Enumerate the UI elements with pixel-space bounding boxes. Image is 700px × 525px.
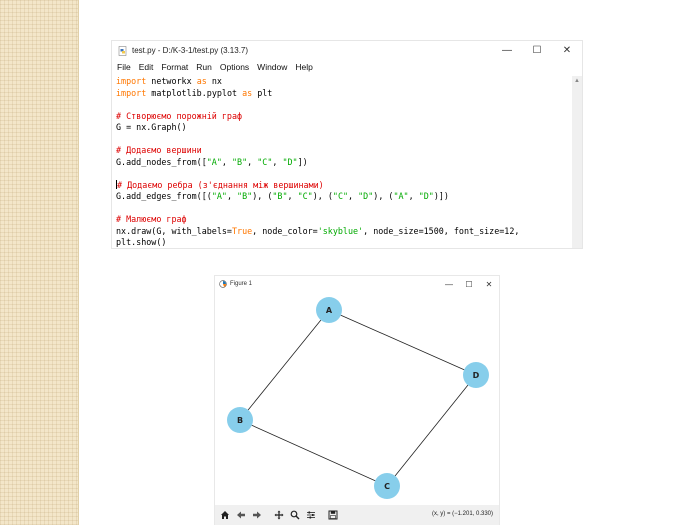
menu-run[interactable]: Run xyxy=(196,62,212,72)
code-line: G.add_nodes_from(["A", "B", "C", "D"]) xyxy=(116,156,308,167)
code-line: import matplotlib.pyplot as plt xyxy=(116,87,273,98)
figure-title-bar: Figure 1 — ☐ ✕ xyxy=(215,276,499,292)
editor-menu-bar: File Edit Format Run Options Window Help xyxy=(112,60,582,74)
node-label-a: A xyxy=(326,306,333,315)
menu-help[interactable]: Help xyxy=(295,62,312,72)
edge-a-b xyxy=(239,309,330,421)
scroll-up-icon[interactable]: ▲ xyxy=(574,78,580,84)
figure-close-button[interactable]: ✕ xyxy=(479,276,499,292)
figure-title: Figure 1 xyxy=(230,281,253,287)
editor-title: test.py - D:/K-3-1/test.py (3.13.7) xyxy=(132,46,249,55)
figure-toolbar: (x, y) = (−1.201, 0.330) xyxy=(215,505,499,525)
cursor-coordinates: (x, y) = (−1.201, 0.330) xyxy=(431,511,493,517)
code-comment: # Створюємо порожній граф xyxy=(116,110,243,121)
menu-edit[interactable]: Edit xyxy=(139,62,154,72)
python-file-icon xyxy=(118,45,127,56)
editor-scrollbar[interactable]: ▲ xyxy=(572,76,582,248)
node-label-b: B xyxy=(237,416,243,425)
menu-format[interactable]: Format xyxy=(161,62,188,72)
forward-icon[interactable] xyxy=(251,509,263,521)
edge-b-c xyxy=(239,419,388,487)
close-button[interactable]: ✕ xyxy=(552,41,582,60)
menu-options[interactable]: Options xyxy=(220,62,249,72)
edge-c-d xyxy=(386,374,477,487)
code-line: G = nx.Graph() xyxy=(116,122,187,132)
zoom-icon[interactable] xyxy=(289,509,301,521)
configure-icon[interactable] xyxy=(305,509,317,521)
code-comment: # Малюємо граф xyxy=(116,214,187,224)
figure-maximize-button[interactable]: ☐ xyxy=(459,276,479,292)
code-line-cursor: # Додаємо ребра (з'єднання між вершинами… xyxy=(116,179,324,190)
menu-window[interactable]: Window xyxy=(257,62,287,72)
node-label-d: D xyxy=(473,371,480,380)
save-icon[interactable] xyxy=(327,509,339,521)
pan-icon[interactable] xyxy=(273,509,285,521)
code-line: import networkx as nx xyxy=(116,76,222,86)
matplotlib-icon xyxy=(219,280,227,288)
menu-file[interactable]: File xyxy=(117,62,131,72)
node-label-c: C xyxy=(384,482,390,491)
figure-minimize-button[interactable]: — xyxy=(439,276,459,292)
graph-plot[interactable]: A B C D xyxy=(215,292,499,505)
maximize-button[interactable]: ☐ xyxy=(522,41,552,60)
home-icon[interactable] xyxy=(219,509,231,521)
figure-window: Figure 1 — ☐ ✕ A B C D (x, y) = (−1.201,… xyxy=(215,276,499,525)
code-editor[interactable]: import networkx as nx import matplotlib.… xyxy=(112,76,572,248)
idle-editor-window: test.py - D:/K-3-1/test.py (3.13.7) — ☐ … xyxy=(112,41,582,248)
decorative-left-strip xyxy=(0,0,79,525)
code-line: plt.show() xyxy=(116,237,167,247)
back-icon[interactable] xyxy=(235,509,247,521)
code-comment: # Додаємо вершини xyxy=(116,145,202,155)
code-line: G.add_edges_from([("A", "B"), ("B", "C")… xyxy=(116,191,449,201)
editor-title-bar: test.py - D:/K-3-1/test.py (3.13.7) — ☐ … xyxy=(112,41,582,60)
minimize-button[interactable]: — xyxy=(492,41,522,60)
code-line: nx.draw(G, with_labels=True, node_color=… xyxy=(116,225,520,236)
edge-a-d xyxy=(328,309,477,376)
